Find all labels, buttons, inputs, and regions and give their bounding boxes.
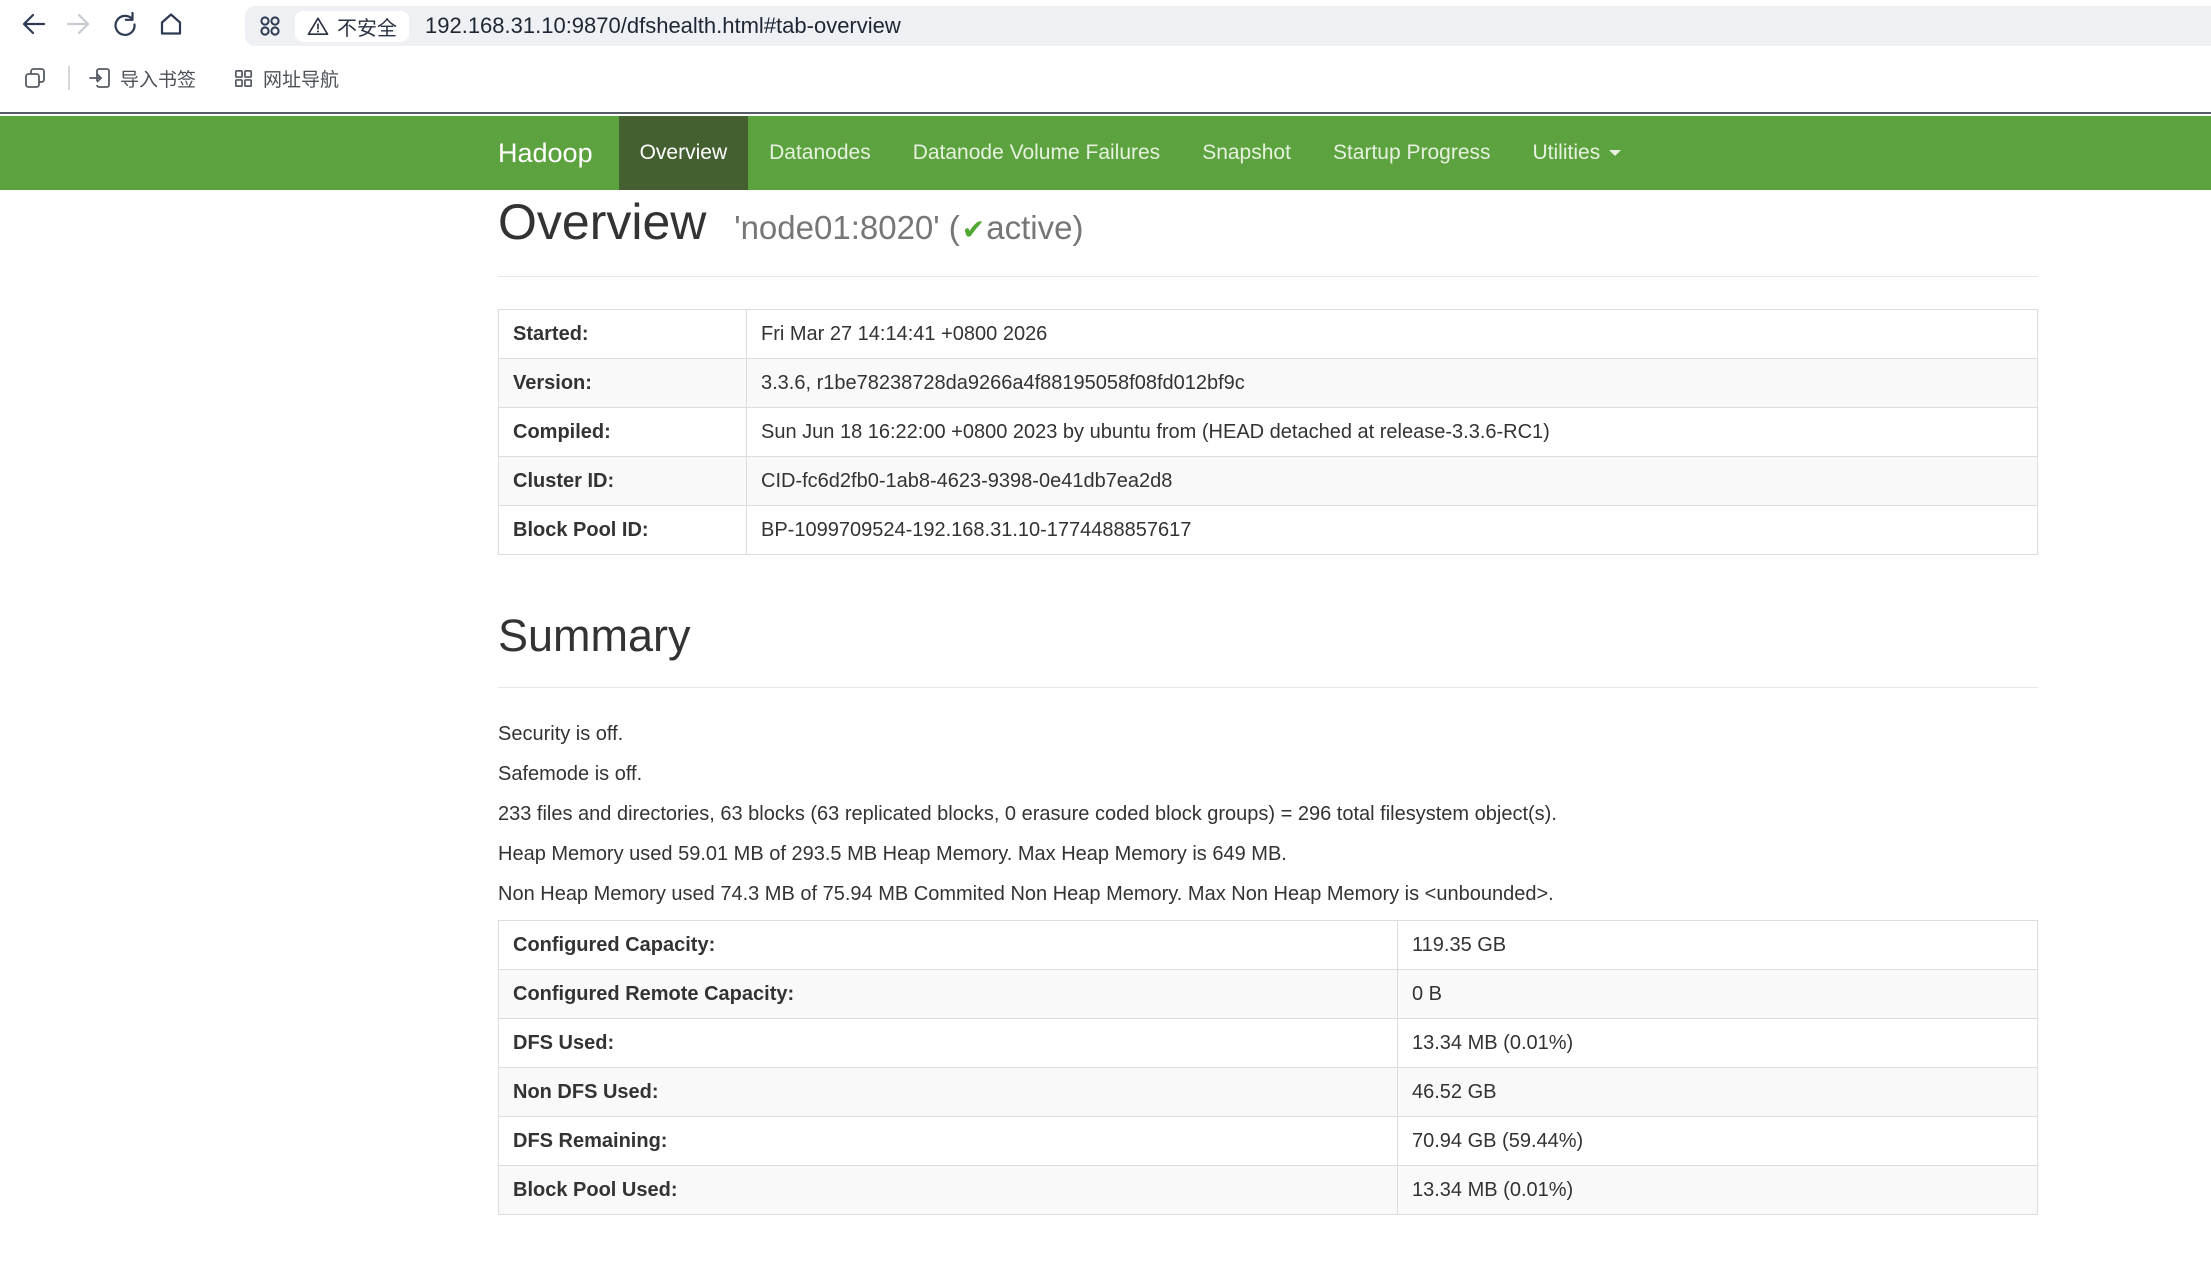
browser-chrome: 不安全 192.168.31.10:9870/dfshealth.html#ta… [0, 0, 2211, 114]
page-content: Overview 'node01:8020' (✔active) Started… [498, 194, 2038, 1215]
row-value: 119.35 GB [1398, 921, 2038, 970]
reload-icon [111, 10, 139, 38]
divider [498, 276, 2038, 277]
security-label: 不安全 [337, 12, 397, 41]
nav-item[interactable]: Datanodes [748, 116, 892, 190]
capacity-table: Configured Capacity: 119.35 GB Configure… [498, 920, 2038, 1215]
row-value: CID-fc6d2fb0-1ab8-4623-9398-0e41db7ea2d8 [747, 457, 2038, 506]
nav-item[interactable]: Utilities [1512, 116, 1643, 190]
back-icon [19, 10, 47, 38]
row-value: Fri Mar 27 14:14:41 +0800 2026 [747, 310, 2038, 359]
row-label: DFS Remaining: [499, 1117, 1398, 1166]
nav-item-label: Snapshot [1202, 141, 1291, 165]
row-value: 3.3.6, r1be78238728da9266a4f88195058f08f… [747, 359, 2038, 408]
table-row: Configured Remote Capacity: 0 B [499, 970, 2038, 1019]
table-row: Block Pool Used: 13.34 MB (0.01%) [499, 1166, 2038, 1215]
nav-item-label: Utilities [1533, 141, 1601, 165]
table-row: Block Pool ID: BP-1099709524-192.168.31.… [499, 506, 2038, 555]
row-label: Configured Capacity: [499, 921, 1398, 970]
page-title: Overview 'node01:8020' (✔active) [498, 194, 2038, 258]
table-row: Compiled: Sun Jun 18 16:22:00 +0800 2023… [499, 408, 2038, 457]
bookmark-import-bookmarks[interactable]: 导入书签 [88, 65, 196, 92]
back-button[interactable] [16, 4, 50, 44]
hadoop-navbar: Hadoop Overview Datanodes Datanode Volum… [0, 116, 2211, 190]
bookmark-label: 导入书签 [120, 65, 196, 92]
row-value: 70.94 GB (59.44%) [1398, 1117, 2038, 1166]
security-badge[interactable]: 不安全 [295, 11, 409, 42]
row-value: 13.34 MB (0.01%) [1398, 1166, 2038, 1215]
warning-icon [307, 16, 329, 36]
bookmarks-bar: 导入书签 网址导航 [0, 56, 2211, 100]
nav-item-label: Datanode Volume Failures [913, 141, 1160, 165]
table-row: DFS Remaining: 70.94 GB (59.44%) [499, 1117, 2038, 1166]
summary-heading: Summary [498, 611, 2038, 661]
nav-item[interactable]: Overview [619, 116, 749, 190]
divider [498, 687, 2038, 688]
table-row: Configured Capacity: 119.35 GB [499, 921, 2038, 970]
row-label: DFS Used: [499, 1019, 1398, 1068]
pages-icon [23, 66, 47, 90]
forward-icon [65, 10, 93, 38]
row-label: Compiled: [499, 408, 747, 457]
nav-item[interactable]: Startup Progress [1312, 116, 1512, 190]
row-value: 46.52 GB [1398, 1068, 2038, 1117]
bookmark-site-navigation[interactable]: 网址导航 [232, 65, 339, 92]
summary-paragraph: 233 files and directories, 63 blocks (63… [498, 800, 2038, 828]
table-row: Non DFS Used: 46.52 GB [499, 1068, 2038, 1117]
navbar-tabs: Overview Datanodes Datanode Volume Failu… [619, 116, 1643, 190]
summary-paragraph: Heap Memory used 59.01 MB of 293.5 MB He… [498, 840, 2038, 868]
row-value: 0 B [1398, 970, 2038, 1019]
nav-item[interactable]: Snapshot [1181, 116, 1312, 190]
summary-paragraph: Non Heap Memory used 74.3 MB of 75.94 MB… [498, 880, 2038, 908]
caret-down-icon [1609, 150, 1621, 156]
row-value: 13.34 MB (0.01%) [1398, 1019, 2038, 1068]
summary-paragraphs: Security is off. Safemode is off. 233 fi… [498, 720, 2038, 908]
overview-info-table: Started: Fri Mar 27 14:14:41 +0800 2026 … [498, 309, 2038, 555]
grid-squares-icon [232, 67, 255, 90]
row-label: Configured Remote Capacity: [499, 970, 1398, 1019]
row-value: BP-1099709524-192.168.31.10-177448885761… [747, 506, 2038, 555]
bookmark-label: 网址导航 [263, 65, 339, 92]
address-bar[interactable]: 不安全 192.168.31.10:9870/dfshealth.html#ta… [245, 6, 2211, 46]
table-row: Started: Fri Mar 27 14:14:41 +0800 2026 [499, 310, 2038, 359]
navbar-brand[interactable]: Hadoop [498, 116, 619, 190]
status-paren-close: ) [1072, 209, 1083, 246]
apps-grid-icon[interactable] [257, 13, 283, 39]
summary-paragraph: Safemode is off. [498, 760, 2038, 788]
namenode-address: 'node01:8020' (✔active) [734, 209, 1083, 246]
forward-button[interactable] [62, 4, 96, 44]
check-icon: ✔ [962, 214, 985, 245]
status-badge: active [986, 209, 1072, 246]
url-text[interactable]: 192.168.31.10:9870/dfshealth.html#tab-ov… [425, 13, 901, 39]
navbar-inner: Hadoop Overview Datanodes Datanode Volum… [498, 116, 2211, 190]
status-paren-open: ( [949, 209, 960, 246]
import-bookmarks-icon [88, 66, 112, 90]
nav-item-label: Startup Progress [1333, 141, 1491, 165]
table-row: Cluster ID: CID-fc6d2fb0-1ab8-4623-9398-… [499, 457, 2038, 506]
browser-toolbar: 不安全 192.168.31.10:9870/dfshealth.html#ta… [0, 0, 2211, 48]
overview-heading: Overview [498, 194, 706, 250]
apps-grid-icon-glyph [257, 13, 283, 39]
nav-item-label: Datanodes [769, 141, 871, 165]
home-button[interactable] [154, 4, 188, 44]
namenode-host-port: 'node01:8020' [734, 209, 939, 246]
overview-info-table-body: Started: Fri Mar 27 14:14:41 +0800 2026 … [499, 310, 2038, 555]
reload-button[interactable] [108, 4, 142, 44]
summary-paragraph: Security is off. [498, 720, 2038, 748]
table-row: DFS Used: 13.34 MB (0.01%) [499, 1019, 2038, 1068]
nav-item-label: Overview [640, 141, 728, 165]
row-label: Started: [499, 310, 747, 359]
bookmarks-divider [68, 66, 70, 90]
row-value: Sun Jun 18 16:22:00 +0800 2023 by ubuntu… [747, 408, 2038, 457]
side-panel-button[interactable] [20, 58, 50, 98]
capacity-table-body: Configured Capacity: 119.35 GB Configure… [499, 921, 2038, 1215]
row-label: Cluster ID: [499, 457, 747, 506]
row-label: Version: [499, 359, 747, 408]
row-label: Block Pool ID: [499, 506, 747, 555]
nav-item[interactable]: Datanode Volume Failures [892, 116, 1181, 190]
home-icon [157, 10, 185, 38]
table-row: Version: 3.3.6, r1be78238728da9266a4f881… [499, 359, 2038, 408]
row-label: Non DFS Used: [499, 1068, 1398, 1117]
row-label: Block Pool Used: [499, 1166, 1398, 1215]
